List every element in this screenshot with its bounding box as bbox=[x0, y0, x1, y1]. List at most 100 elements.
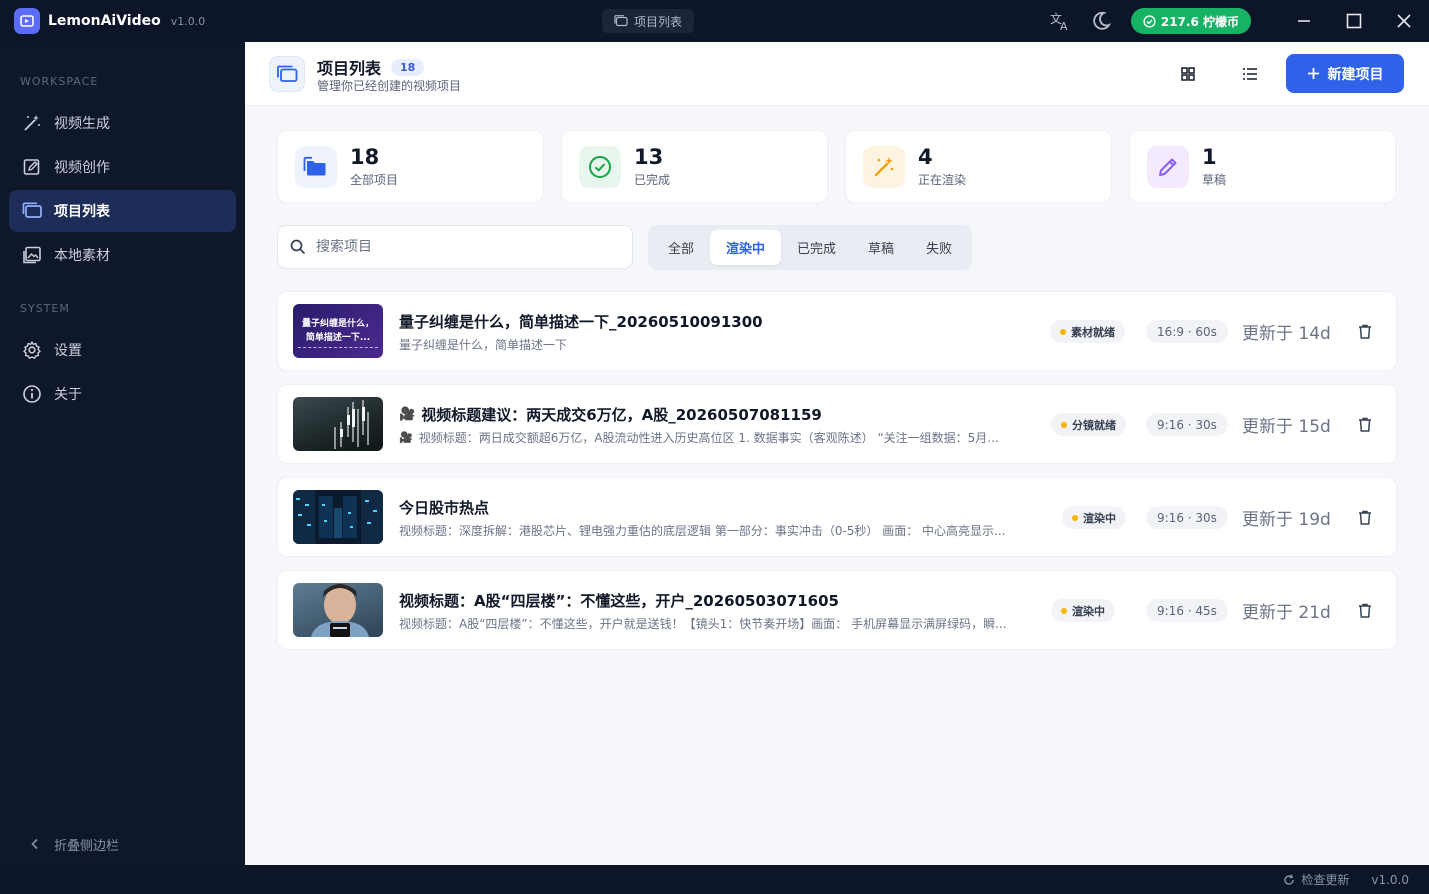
sidebar-item-about[interactable]: 关于 bbox=[9, 373, 236, 415]
thumbnail-caption: 量子纠缠是什么，简单描述一下... bbox=[298, 317, 378, 348]
sidebar-item-label: 本地素材 bbox=[54, 248, 110, 264]
project-title: 今日股市热点 bbox=[399, 497, 489, 518]
status-badge: 分镜就绪 bbox=[1051, 413, 1126, 436]
minimize-icon bbox=[1298, 20, 1310, 22]
sidebar-item-video-generate[interactable]: 视频生成 bbox=[9, 102, 236, 144]
filter-tab-failed[interactable]: 失败 bbox=[910, 230, 968, 265]
sidebar-item-label: 视频创作 bbox=[54, 160, 110, 176]
sidebar-item-video-create[interactable]: 视频创作 bbox=[9, 146, 236, 188]
page-title: 项目列表 18 bbox=[317, 55, 425, 79]
sidebar-item-settings[interactable]: 设置 bbox=[9, 329, 236, 371]
minimize-button[interactable] bbox=[1279, 0, 1329, 42]
project-row[interactable]: 🎥 视频标题建议：两天成交6万亿，A股_20260507081159 🎥 视频标题：… bbox=[277, 384, 1397, 464]
camera-emoji-icon: 🎥 bbox=[399, 431, 413, 444]
project-description-text: 视频标题：A股“四层楼”：不懂这些，开户就是送钱！【镜头1：快节奏开场】画面： … bbox=[399, 617, 1007, 631]
title-bar: LemonAiVideo v1.0.0 项目列表 文A 217.6 柠檬币 bbox=[0, 0, 1429, 42]
project-title: 视频标题：A股“四层楼”：不懂这些，开户_20260503071605 bbox=[399, 590, 839, 611]
ratio-duration-badge: 9:16 · 30s bbox=[1146, 413, 1228, 436]
delete-project-button[interactable] bbox=[1354, 413, 1376, 435]
collapse-sidebar-button[interactable]: 折叠侧边栏 bbox=[30, 823, 119, 865]
stock-chart-thumbnail-icon bbox=[334, 400, 369, 449]
stat-card-draft: 1 草稿 bbox=[1129, 130, 1396, 203]
sidebar-item-local-assets[interactable]: 本地素材 bbox=[9, 234, 236, 276]
stat-value: 4 bbox=[918, 145, 933, 169]
page-header: 项目列表 18 管理你已经创建的视频项目 新建项目 bbox=[245, 42, 1429, 106]
updated-time: 更新于 14d bbox=[1242, 324, 1331, 344]
status-text: 素材就绪 bbox=[1071, 325, 1115, 339]
status-text: 分镜就绪 bbox=[1072, 418, 1116, 432]
delete-project-button[interactable] bbox=[1354, 506, 1376, 528]
stat-card-all: 18 全部项目 bbox=[277, 130, 544, 203]
grid-view-button[interactable] bbox=[1174, 60, 1202, 88]
app-name: LemonAiVideo bbox=[48, 13, 161, 29]
collapse-sidebar-label: 折叠侧边栏 bbox=[54, 838, 120, 854]
delete-project-button[interactable] bbox=[1354, 599, 1376, 621]
stat-label: 草稿 bbox=[1202, 173, 1227, 187]
ratio-duration-badge: 16:9 · 60s bbox=[1146, 320, 1228, 343]
dark-mode-icon[interactable] bbox=[1081, 0, 1121, 42]
edit-square-icon bbox=[23, 159, 40, 175]
window-title-chip: 项目列表 bbox=[602, 9, 695, 33]
search-input[interactable] bbox=[316, 239, 616, 255]
delete-project-button[interactable] bbox=[1354, 320, 1376, 342]
updated-time: 更新于 15d bbox=[1242, 417, 1331, 437]
maximize-button[interactable] bbox=[1329, 0, 1379, 42]
filter-tab-all[interactable]: 全部 bbox=[652, 230, 710, 265]
filter-tab-draft[interactable]: 草稿 bbox=[852, 230, 910, 265]
close-icon bbox=[1397, 14, 1411, 28]
status-dot bbox=[1061, 607, 1067, 614]
search-icon bbox=[290, 239, 306, 255]
pencil-icon bbox=[1147, 145, 1189, 188]
sidebar-item-project-list[interactable]: 项目列表 bbox=[9, 190, 236, 232]
sidebar-item-label: 项目列表 bbox=[54, 204, 110, 220]
sidebar-item-label: 关于 bbox=[54, 387, 82, 403]
maximize-icon bbox=[1346, 13, 1362, 29]
svg-text:A: A bbox=[1060, 20, 1068, 32]
sidebar-item-label: 视频生成 bbox=[54, 116, 110, 132]
trash-icon bbox=[1359, 603, 1371, 618]
filter-tab-rendering[interactable]: 渲染中 bbox=[710, 230, 782, 265]
filter-tab-completed[interactable]: 已完成 bbox=[781, 230, 852, 265]
project-description: 视频标题：深度拆解：港股芯片、锂电强力重估的底层逻辑 第一部分：事实冲击（0-5… bbox=[399, 522, 1047, 539]
stat-value: 1 bbox=[1202, 145, 1217, 169]
folder-icon bbox=[295, 145, 337, 188]
search-box[interactable] bbox=[277, 225, 633, 269]
new-project-button[interactable]: 新建项目 bbox=[1286, 54, 1404, 93]
check-update-label: 检查更新 bbox=[1301, 873, 1350, 887]
check-update-button[interactable]: 检查更新 bbox=[1283, 871, 1349, 888]
ratio-duration-badge: 9:16 · 45s bbox=[1146, 599, 1228, 622]
stat-label: 已完成 bbox=[634, 173, 671, 187]
info-icon bbox=[23, 385, 41, 403]
chevron-left-icon bbox=[31, 838, 38, 850]
project-row[interactable]: 今日股市热点 视频标题：深度拆解：港股芯片、锂电强力重估的底层逻辑 第一部分：事… bbox=[277, 477, 1397, 557]
project-description: 量子纠缠是什么，简单描述一下 bbox=[399, 336, 1047, 353]
list-view-icon bbox=[1243, 68, 1257, 80]
coin-balance-badge[interactable]: 217.6 柠檬币 bbox=[1130, 8, 1251, 34]
project-title-text: 量子纠缠是什么，简单描述一下_20260510091300 bbox=[399, 313, 763, 331]
status-dot bbox=[1072, 514, 1078, 521]
status-badge: 渲染中 bbox=[1062, 506, 1126, 529]
stat-label: 全部项目 bbox=[350, 173, 399, 187]
trash-icon bbox=[1359, 417, 1371, 432]
status-text: 渲染中 bbox=[1072, 604, 1105, 618]
plus-icon bbox=[1307, 68, 1319, 79]
close-button[interactable] bbox=[1379, 0, 1429, 42]
sidebar-item-label: 设置 bbox=[54, 343, 82, 359]
brand: LemonAiVideo v1.0.0 bbox=[0, 8, 245, 34]
stat-value: 13 bbox=[634, 145, 664, 169]
app-version: v1.0.0 bbox=[170, 14, 206, 28]
stat-card-rendering: 4 正在渲染 bbox=[845, 130, 1112, 203]
translate-icon[interactable]: 文A bbox=[1041, 0, 1081, 42]
project-row[interactable]: 视频标题：A股“四层楼”：不懂这些，开户_20260503071605 视频标题… bbox=[277, 570, 1397, 650]
grid-view-icon bbox=[1181, 67, 1195, 81]
check-circle-icon bbox=[579, 145, 621, 188]
status-badge: 素材就绪 bbox=[1050, 320, 1125, 343]
project-row[interactable]: 量子纠缠是什么，简单描述一下... 量子纠缠是什么，简单描述一下_2026051… bbox=[277, 291, 1397, 371]
page-subtitle: 管理你已经创建的视频项目 bbox=[317, 79, 462, 93]
status-text: 渲染中 bbox=[1083, 511, 1116, 525]
project-title-text: 视频标题：A股“四层楼”：不懂这些，开户_20260503071605 bbox=[399, 592, 839, 610]
project-title: 🎥 视频标题建议：两天成交6万亿，A股_20260507081159 bbox=[399, 404, 822, 425]
magic-wand-icon bbox=[24, 115, 40, 131]
list-view-button[interactable] bbox=[1236, 60, 1264, 88]
status-dot bbox=[1061, 421, 1067, 428]
